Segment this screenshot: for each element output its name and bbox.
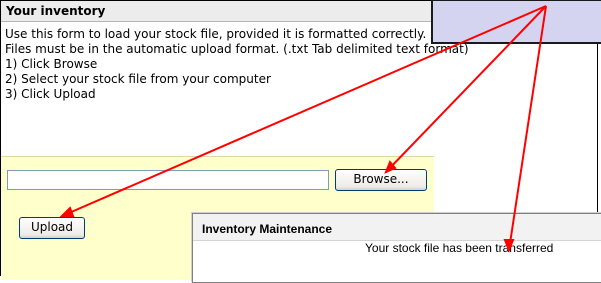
popup-message: Your stock file has been transferred (365, 241, 554, 255)
instruction-step-select: 2) Select your stock file from your comp… (5, 72, 271, 86)
browse-button[interactable]: Browse... (335, 169, 427, 191)
popup-header: Inventory Maintenance (193, 214, 601, 241)
instruction-step-browse: 1) Click Browse (5, 57, 98, 71)
instruction-line: Use this form to load your stock file, p… (5, 27, 427, 41)
instructions: Use this form to load your stock file, p… (5, 27, 469, 102)
instruction-step-upload: 3) Click Upload (5, 87, 96, 101)
popup-title: Inventory Maintenance (202, 222, 333, 236)
instruction-line: Files must be in the automatic upload fo… (5, 42, 469, 56)
panel-title: Your inventory (6, 4, 106, 18)
file-path-input[interactable] (7, 170, 329, 190)
upload-button[interactable]: Upload (19, 217, 85, 239)
confirmation-popup: Inventory Maintenance Your stock file ha… (192, 213, 601, 283)
callout-box (431, 0, 601, 44)
